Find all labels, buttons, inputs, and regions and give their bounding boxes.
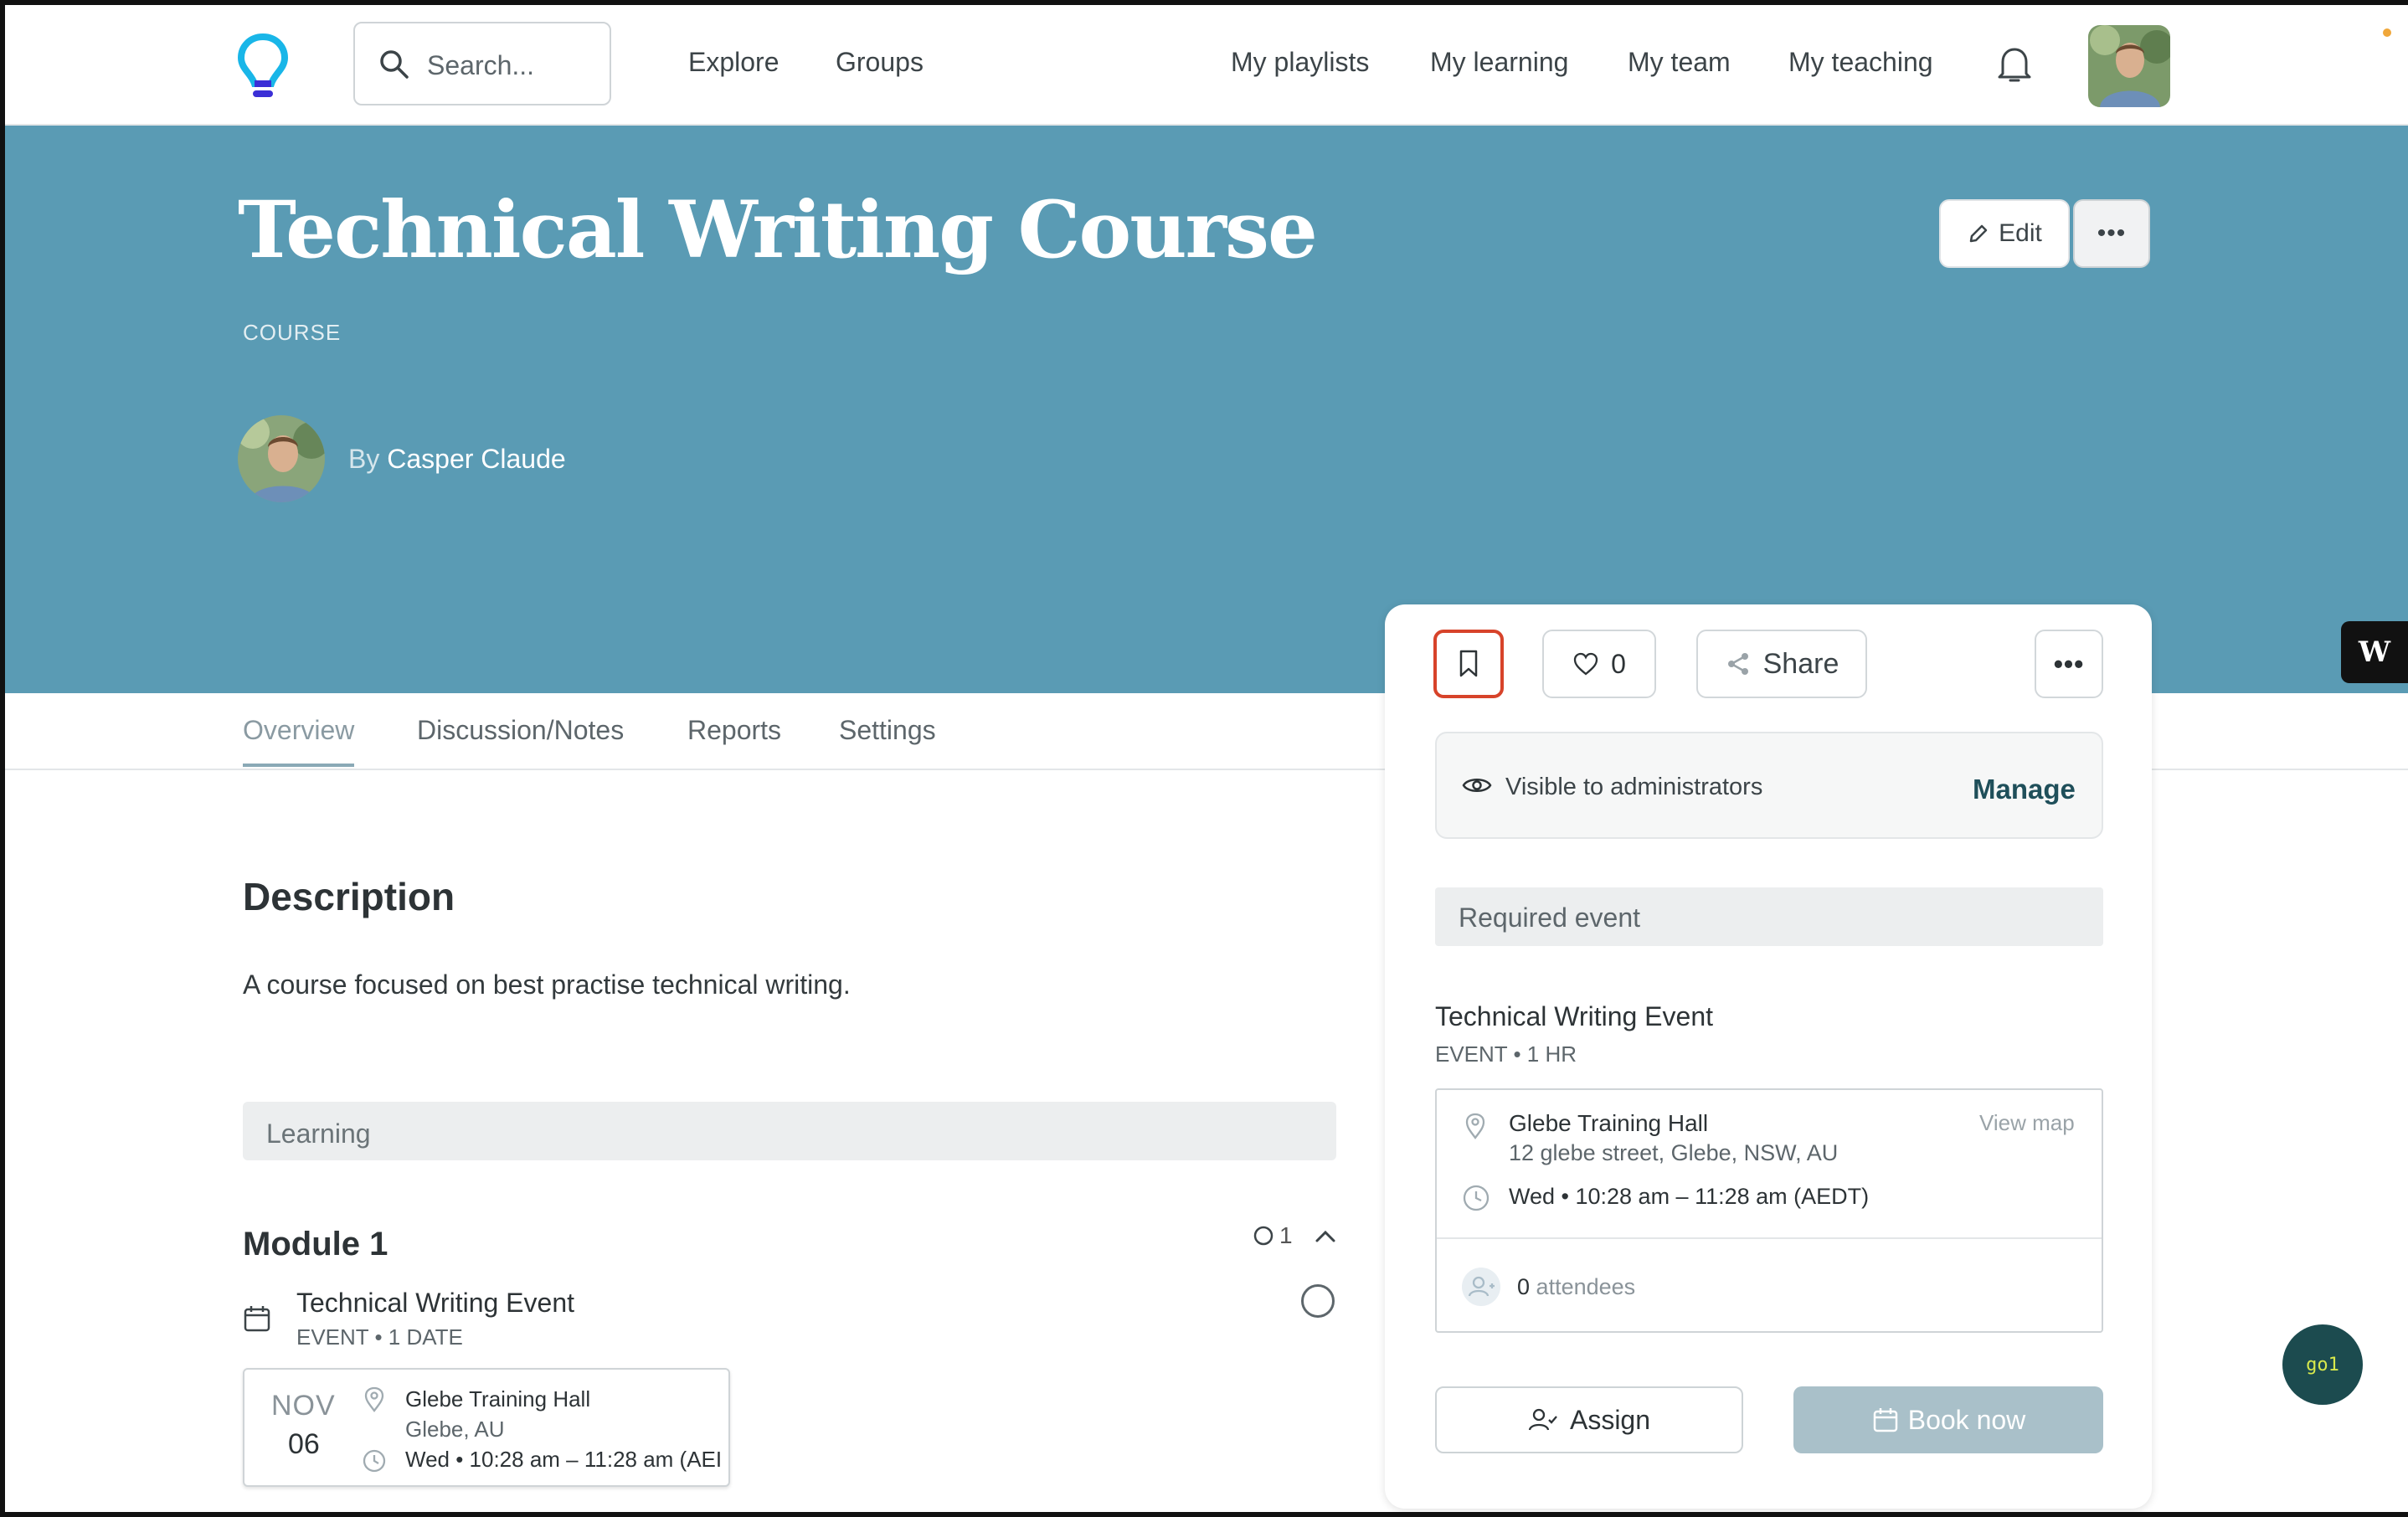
tab-overview[interactable]: Overview [243, 715, 355, 767]
incomplete-circle-icon [1253, 1226, 1273, 1246]
author-name[interactable]: Casper Claude [387, 444, 565, 474]
page-title: Technical Writing Course [238, 184, 1318, 276]
more-dots-icon: ••• [2097, 219, 2127, 247]
venue-address: 12 glebe street, Glebe, NSW, AU [1509, 1140, 1839, 1165]
bell-icon[interactable] [1996, 44, 2033, 88]
add-attendee-icon [1462, 1268, 1500, 1306]
attendee-count: 0 attendees [1517, 1274, 1635, 1300]
heart-icon [1573, 652, 1598, 676]
go1-help-button[interactable]: go1 [2282, 1324, 2363, 1405]
event-time: Wed • 10:28 am – 11:28 am (AEDT) [1509, 1184, 1870, 1209]
chevron-up-icon[interactable] [1313, 1224, 1338, 1253]
venue-name: Glebe Training Hall [1509, 1110, 1709, 1136]
attendee-number: 0 [1517, 1274, 1531, 1299]
tab-discussion-notes[interactable]: Discussion/Notes [417, 715, 624, 746]
assign-label: Assign [1569, 1404, 1651, 1435]
location-pin-icon [362, 1386, 387, 1417]
bookmark-button[interactable] [1433, 630, 1504, 698]
nav-groups[interactable]: Groups [836, 47, 924, 78]
search-box[interactable] [353, 22, 611, 105]
tab-settings[interactable]: Settings [839, 715, 936, 746]
nav-my-team[interactable]: My team [1628, 47, 1731, 78]
w-extension-badge[interactable]: W [2341, 621, 2408, 683]
nav-explore[interactable]: Explore [688, 47, 780, 78]
like-count: 0 [1611, 648, 1626, 679]
user-avatar[interactable] [2088, 25, 2170, 107]
attendees-label: attendees [1536, 1274, 1636, 1299]
learning-item-meta: EVENT • 1 DATE [296, 1324, 463, 1350]
required-event-header: Required event [1435, 887, 2103, 946]
description-text: A course focused on best practise techni… [243, 969, 851, 1000]
calendar-icon [243, 1304, 271, 1337]
event-location-card: Glebe Training Hall 12 glebe street, Gle… [1435, 1088, 2103, 1333]
enrolment-side-card: 0 Share ••• Visible to administrators Ma… [1385, 604, 2152, 1509]
author-avatar[interactable] [238, 415, 325, 502]
learning-section-header: Learning [243, 1102, 1336, 1160]
assign-person-icon [1528, 1408, 1557, 1431]
divider [1437, 1237, 2102, 1239]
share-icon [1727, 653, 1748, 675]
nav-my-teaching[interactable]: My teaching [1788, 47, 1933, 78]
pencil-icon [1969, 224, 1988, 243]
event-meta: EVENT • 1 HR [1435, 1041, 1577, 1067]
visibility-panel: Visible to administrators Manage [1435, 732, 2103, 839]
event-time: Wed • 10:28 am – 11:28 am (AEI [405, 1447, 723, 1472]
event-month: NOV [271, 1390, 336, 1422]
manage-link[interactable]: Manage [1973, 774, 2076, 805]
module-count: 1 [1279, 1222, 1293, 1248]
module-progress-count: 1 [1253, 1222, 1293, 1249]
completion-circle-icon [1301, 1284, 1335, 1318]
lightbulb-logo-icon[interactable] [236, 32, 290, 102]
location-pin-icon [1462, 1112, 1489, 1144]
hero-more-button[interactable]: ••• [2073, 199, 2150, 268]
eye-icon [1462, 774, 1492, 801]
search-icon [380, 50, 409, 79]
learning-item-title[interactable]: Technical Writing Event [296, 1288, 574, 1319]
edit-label: Edit [1999, 219, 2042, 247]
event-day: 06 [288, 1428, 320, 1460]
top-navigation: Explore Groups My playlists My learning … [5, 5, 2408, 126]
share-button[interactable]: Share [1696, 630, 1867, 698]
by-label: By [348, 444, 380, 474]
book-now-label: Book now [1907, 1404, 2026, 1435]
bookmark-icon [1459, 650, 1478, 677]
event-date-card[interactable]: NOV 06 Glebe Training Hall Glebe, AU Wed… [243, 1368, 730, 1487]
visibility-text: Visible to administrators [1505, 774, 1763, 800]
nav-my-playlists[interactable]: My playlists [1231, 47, 1369, 78]
event-place: Glebe, AU [405, 1417, 505, 1442]
like-button[interactable]: 0 [1542, 630, 1656, 698]
nav-my-learning[interactable]: My learning [1430, 47, 1568, 78]
calendar-icon [1873, 1408, 1897, 1432]
side-more-button[interactable]: ••• [2035, 630, 2103, 698]
assign-button[interactable]: Assign [1435, 1386, 1743, 1453]
edit-button[interactable]: Edit [1939, 199, 2070, 268]
tab-reports[interactable]: Reports [687, 715, 781, 746]
event-title[interactable]: Technical Writing Event [1435, 1001, 1713, 1032]
book-now-button[interactable]: Book now [1793, 1386, 2103, 1453]
description-heading: Description [243, 875, 455, 918]
author-byline: By Casper Claude [348, 444, 566, 475]
w-badge-label: W [2358, 635, 2391, 669]
notification-dot [2383, 28, 2391, 37]
clock-icon [362, 1448, 387, 1478]
search-input[interactable] [427, 45, 594, 85]
go1-label: go1 [2306, 1354, 2339, 1376]
module-title: Module 1 [243, 1226, 388, 1262]
clock-icon [1462, 1184, 1490, 1216]
share-label: Share [1762, 647, 1839, 680]
event-venue: Glebe Training Hall [405, 1386, 591, 1412]
view-map-link[interactable]: View map [1979, 1110, 2075, 1136]
more-dots-icon: ••• [2053, 648, 2085, 679]
content-type-label: COURSE [243, 320, 342, 345]
